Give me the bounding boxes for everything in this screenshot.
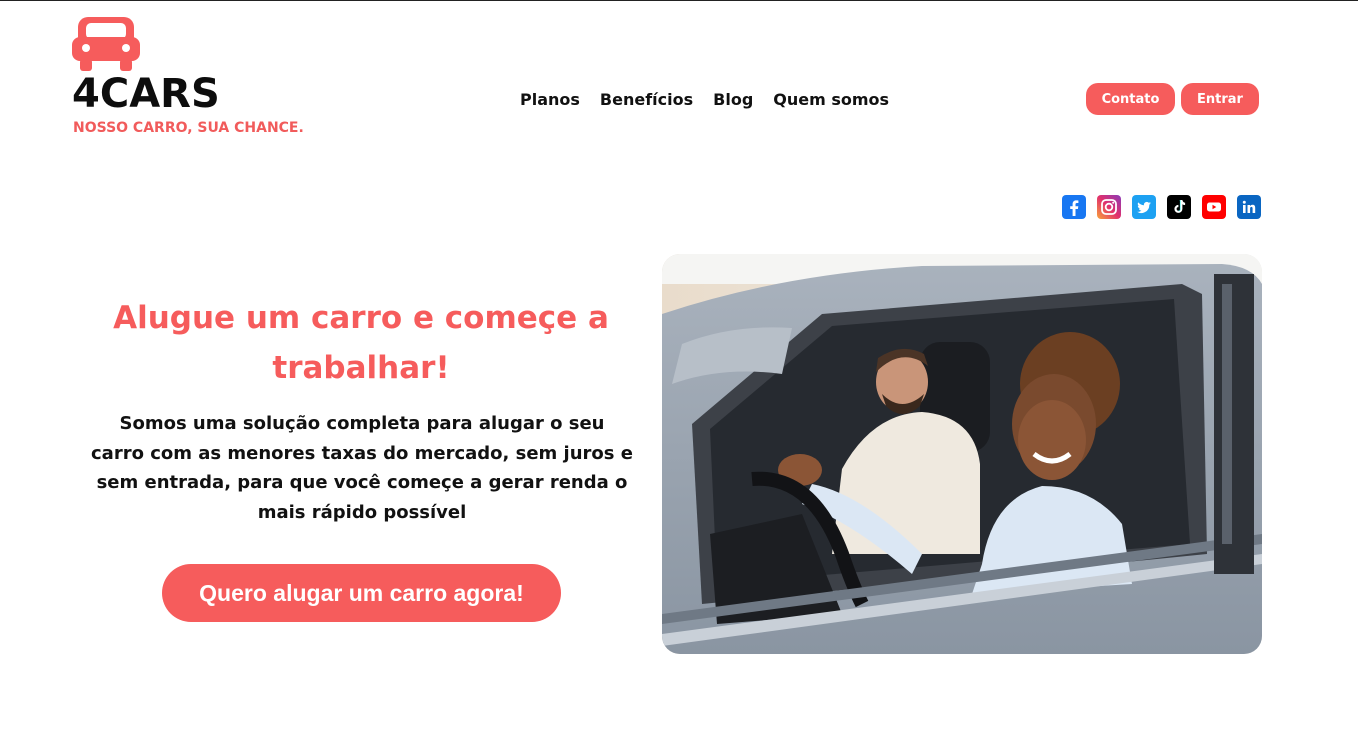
nav-item-planos[interactable]: Planos [520,89,580,111]
facebook-icon[interactable] [1062,195,1086,219]
main-nav: Planos Benefícios Blog Quem somos [520,89,889,111]
car-icon [72,17,140,71]
youtube-icon[interactable] [1202,195,1226,219]
nav-item-blog[interactable]: Blog [713,89,753,111]
brand-name: 4CARS [72,71,220,117]
twitter-icon[interactable] [1132,195,1156,219]
social-links [1062,195,1261,219]
linkedin-icon[interactable] [1237,195,1261,219]
login-button[interactable]: Entrar [1181,83,1259,115]
brand-logo[interactable]: 4CARS NOSSO CARRO, SUA CHANCE. [72,13,312,143]
hero-photo [662,254,1262,654]
rent-car-cta-button[interactable]: Quero alugar um carro agora! [162,564,561,622]
hero-title: Alugue um carro e começe a trabalhar! [113,300,609,386]
hero-description: Somos uma solução completa para alugar o… [91,413,633,523]
nav-item-beneficios[interactable]: Benefícios [600,89,693,111]
nav-item-quem-somos[interactable]: Quem somos [773,89,889,111]
brand-tagline: NOSSO CARRO, SUA CHANCE. [73,120,304,136]
tiktok-icon[interactable] [1167,195,1191,219]
instagram-icon[interactable] [1097,195,1121,219]
contact-button[interactable]: Contato [1086,83,1175,115]
